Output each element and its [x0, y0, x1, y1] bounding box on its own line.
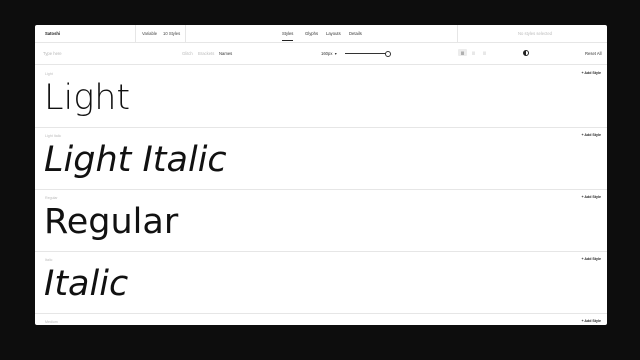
- add-style-button[interactable]: + Add Style: [581, 71, 601, 75]
- tab-details[interactable]: Details: [349, 31, 362, 36]
- style-preview-text[interactable]: Regular: [44, 202, 178, 242]
- style-preview-text[interactable]: Italic: [44, 264, 128, 304]
- half-circle-icon: [522, 49, 529, 56]
- mode-glitch[interactable]: Glitch: [182, 51, 193, 56]
- style-row-regular[interactable]: Regular + Add Style Regular: [35, 189, 607, 252]
- style-row-label: Italic: [45, 258, 53, 262]
- style-row-label: Regular: [45, 196, 58, 200]
- font-size-slider-handle[interactable]: [385, 50, 391, 57]
- style-row-light[interactable]: Light + Add Style Light: [35, 65, 607, 128]
- preview-text-input[interactable]: [43, 49, 163, 57]
- add-style-button[interactable]: + Add Style: [581, 319, 601, 323]
- theme-toggle-button[interactable]: [521, 49, 530, 56]
- mode-names[interactable]: Names: [219, 51, 232, 56]
- add-style-button[interactable]: + Add Style: [581, 257, 601, 261]
- style-row-label: Light: [45, 72, 53, 76]
- add-style-button[interactable]: + Add Style: [581, 195, 601, 199]
- align-right-button[interactable]: |||: [480, 49, 489, 56]
- toolbar: Glitch Brackets Names 160px ▾ ||| ||| ||…: [35, 43, 607, 65]
- style-row-light-italic[interactable]: Light Italic + Add Style Light Italic: [35, 127, 607, 190]
- divider: [135, 25, 136, 42]
- divider: [457, 25, 458, 42]
- tab-layouts[interactable]: Layouts: [326, 31, 341, 36]
- style-row-italic[interactable]: Italic + Add Style Italic: [35, 251, 607, 314]
- brand-name[interactable]: Satoshi: [45, 31, 60, 36]
- align-right-icon: |||: [483, 50, 486, 55]
- font-size-value: 160px: [321, 51, 333, 56]
- style-preview-text[interactable]: Light Italic: [44, 140, 227, 180]
- style-row-label: Medium: [45, 320, 58, 324]
- app-window: Satoshi Variable 10 Styles Styles Glyphs…: [35, 25, 607, 325]
- styles-count: 10 Styles: [163, 31, 181, 36]
- align-left-icon: |||: [461, 50, 464, 55]
- mode-brackets[interactable]: Brackets: [198, 51, 214, 56]
- align-left-button[interactable]: |||: [458, 49, 467, 56]
- font-size-select[interactable]: 160px ▾: [321, 51, 337, 56]
- top-bar: Satoshi Variable 10 Styles Styles Glyphs…: [35, 25, 607, 43]
- font-size-slider[interactable]: [345, 53, 387, 54]
- style-row-label: Light Italic: [45, 134, 62, 138]
- divider: [185, 25, 186, 42]
- align-center-button[interactable]: |||: [469, 49, 478, 56]
- add-style-button[interactable]: + Add Style: [581, 133, 601, 137]
- tab-styles[interactable]: Styles: [282, 31, 294, 41]
- reset-all-button[interactable]: Reset All: [585, 51, 602, 56]
- chevron-down-icon: ▾: [333, 51, 337, 56]
- style-preview-text[interactable]: Light: [44, 78, 130, 118]
- align-center-icon: |||: [472, 50, 475, 55]
- tab-glyphs[interactable]: Glyphs: [305, 31, 318, 36]
- variant-label: Variable: [142, 31, 158, 36]
- selection-status: No styles selected: [518, 31, 552, 36]
- style-row-medium[interactable]: Medium + Add Style: [35, 313, 607, 325]
